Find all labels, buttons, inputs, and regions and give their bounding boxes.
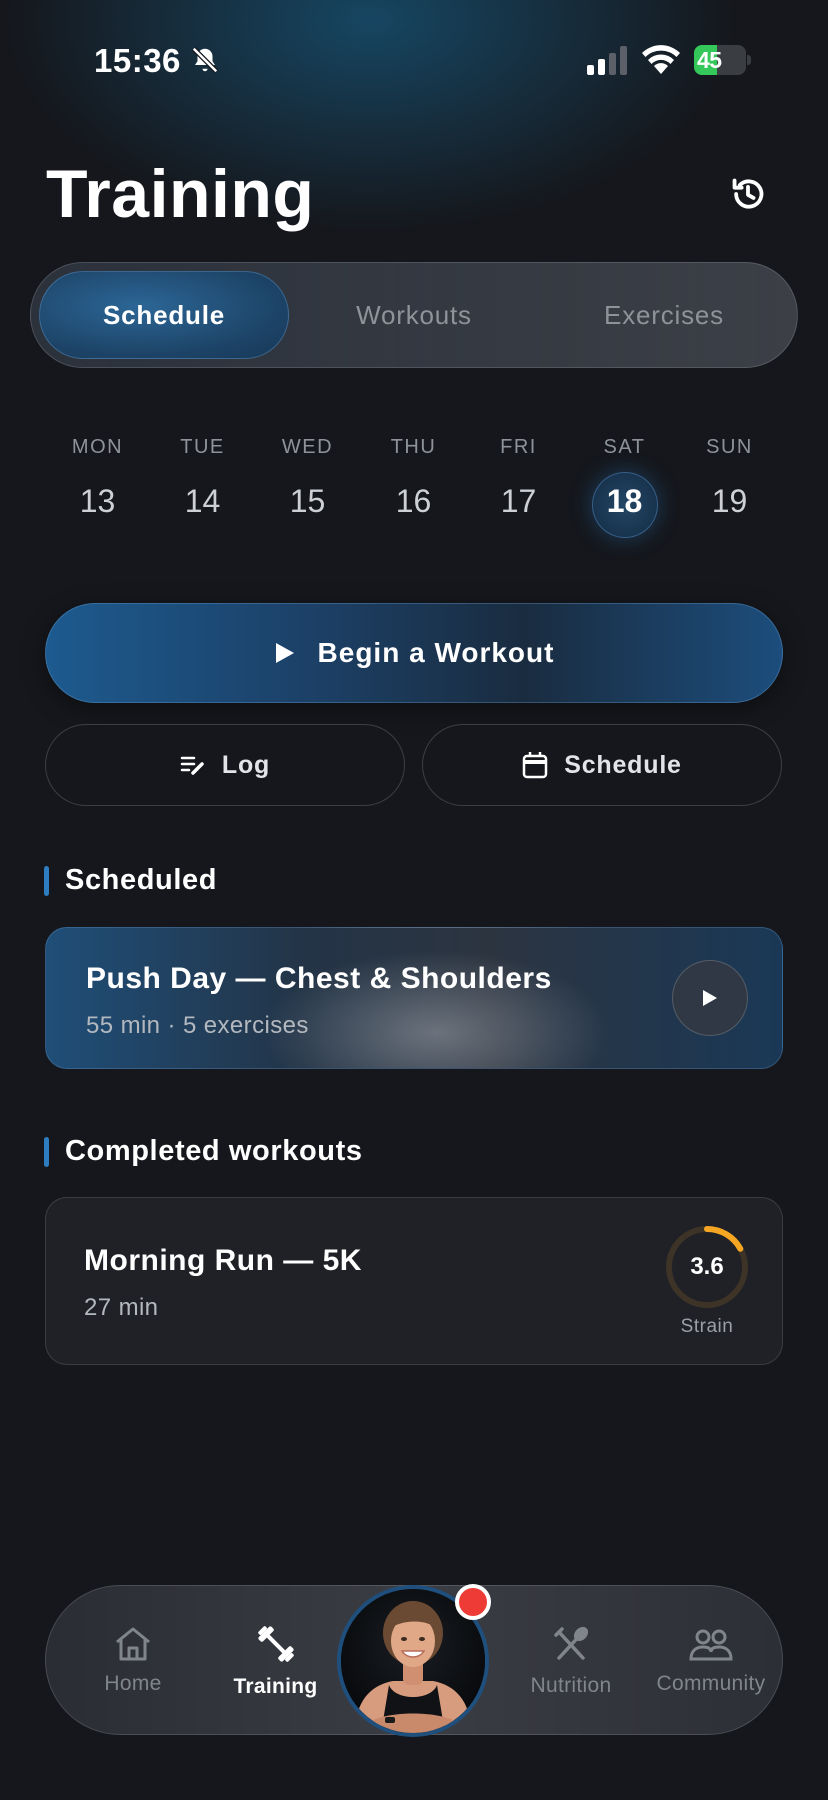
tab-schedule[interactable]: Schedule [39,263,289,367]
day-tuesday[interactable]: TUE 14 [150,432,255,542]
home-icon [116,1627,150,1661]
day-friday[interactable]: FRI 17 [466,432,571,542]
calendar-icon [522,752,548,779]
day-sunday[interactable]: SUN 19 [677,432,782,542]
scheduled-heading-text: Scheduled [65,864,218,896]
scheduled-workout-card[interactable]: Push Day — Chest & Shoulders 55 min · 5 … [45,927,783,1069]
completed-heading-text: Completed workouts [65,1135,363,1167]
tab-exercises[interactable]: Exercises [539,263,789,367]
workout-name: Push Day — Chest & Shoulders [86,962,552,995]
schedule-label: Schedule [564,750,682,779]
battery-charging-icon: 45 [694,45,752,75]
day-name: THU [390,436,437,458]
nav-label: Nutrition [530,1674,612,1697]
nav-label: Home [104,1672,162,1695]
scheduled-heading: Scheduled [44,864,217,897]
day-date: 14 [184,483,221,519]
nav-label: Training [233,1675,318,1698]
day-date: 16 [395,483,432,519]
status-time: 15:36 [94,42,181,79]
day-thursday[interactable]: THU 16 [361,432,466,542]
workout-name: Morning Run — 5K [84,1244,362,1277]
week-strip: MON 13 TUE 14 WED 15 THU 16 FRI 17 SAT 1… [45,432,783,542]
tab-workouts[interactable]: Workouts [289,263,539,367]
nav-home[interactable]: Home [78,1586,188,1736]
nav-nutrition[interactable]: Nutrition [506,1586,636,1736]
day-date: 13 [79,483,116,519]
completed-workout-card[interactable]: Morning Run — 5K 27 min 3.6 Strain [45,1197,783,1365]
page-title: Training [46,156,315,232]
day-date: 15 [289,483,326,519]
nav-training[interactable]: Training [213,1586,338,1736]
begin-workout-button[interactable]: Begin a Workout [45,603,783,703]
day-wednesday[interactable]: WED 15 [255,432,360,542]
strain-label: Strain [680,1316,734,1337]
nav-community[interactable]: Community [646,1586,776,1736]
training-screen: 15:36 45 Training Schedule Workouts Exer… [0,0,828,1800]
day-name: FRI [500,436,537,458]
strain-value: 3.6 [690,1253,724,1280]
day-date: 18 [606,483,643,519]
history-icon [732,178,764,209]
section-accent-bar [44,1136,49,1167]
history-button[interactable] [722,168,774,220]
log-label: Log [221,750,271,779]
log-button[interactable]: Log [45,724,405,806]
community-icon [689,1629,733,1661]
play-icon [275,643,294,663]
day-saturday[interactable]: SAT 18 [572,432,677,542]
begin-workout-label: Begin a Workout [317,637,555,668]
dumbbell-icon [257,1626,294,1662]
schedule-button[interactable]: Schedule [422,724,782,806]
battery-percentage: 45 [697,47,722,73]
section-accent-bar [44,865,49,896]
day-monday[interactable]: MON 13 [45,432,150,542]
day-date: 17 [500,483,537,519]
day-name: SAT [603,436,646,458]
day-name: SUN [706,436,753,458]
day-name: WED [281,436,334,458]
notification-badge [455,1584,491,1620]
nav-label: Community [656,1672,766,1695]
play-icon [703,990,717,1006]
status-bar: 15:36 45 [0,0,828,120]
workout-meta: 27 min [84,1294,159,1321]
segmented-tabs: Schedule Workouts Exercises [30,262,798,368]
completed-heading: Completed workouts [44,1135,363,1168]
cellular-signal-icon [587,46,627,75]
utensils-icon [554,1626,589,1660]
bell-slash-icon [191,46,219,74]
wifi-icon [642,45,680,74]
day-date: 19 [711,483,748,519]
workout-meta: 55 min · 5 exercises [86,1012,309,1039]
day-name: MON [71,436,124,458]
log-edit-icon [180,756,204,775]
start-scheduled-workout-button[interactable] [672,960,748,1036]
day-name: TUE [180,436,225,458]
